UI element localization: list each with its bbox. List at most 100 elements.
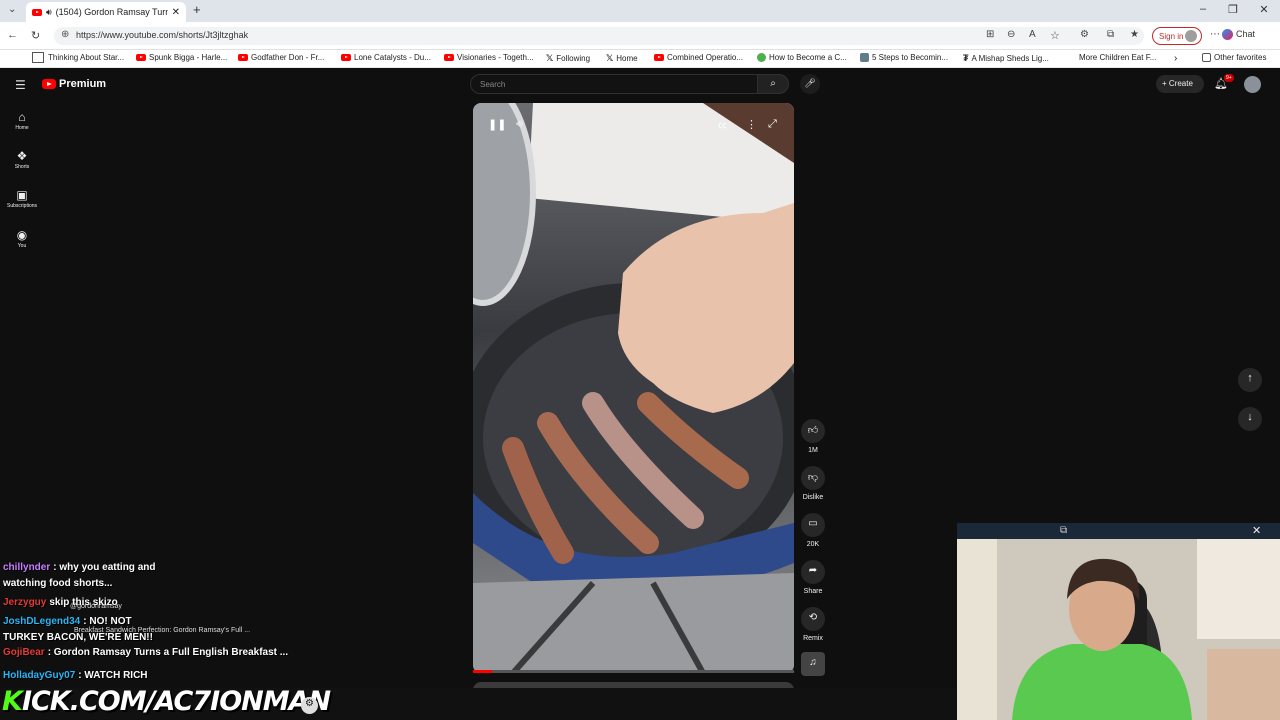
youtube-logo[interactable]: Premium (42, 78, 106, 90)
bookmark-item[interactable]: How to Become a C... (757, 53, 847, 62)
chat-user: GojiBear (3, 647, 45, 658)
app-available-icon[interactable]: ⊞ (986, 29, 994, 40)
shorts-video-player[interactable] (473, 103, 794, 673)
chat-user: JoshDLegend34 (3, 616, 81, 627)
video-frame (473, 103, 794, 673)
copilot-chat-button[interactable]: Chat (1222, 29, 1255, 40)
bookmark-item[interactable]: Thinking About Star... (48, 53, 124, 62)
search-placeholder: Search (480, 80, 506, 89)
dislike-label: Dislike (802, 494, 824, 501)
profile-icon (1185, 30, 1197, 42)
kick-url-banner: KICK.COM/AC7IONMAN (2, 686, 331, 717)
new-tab-icon[interactable]: + (193, 2, 201, 17)
bookmark-item[interactable]: Spunk Bigga - Harle... (136, 53, 227, 62)
account-avatar[interactable] (1244, 76, 1261, 93)
bookmark-label: Spunk Bigga - Harle... (149, 53, 228, 62)
speaker-icon[interactable]: 🔊︎ (46, 7, 52, 18)
sidebar-item-home[interactable]: ⌂ Home (0, 110, 44, 131)
url-field[interactable]: ⊕ https://www.youtube.com/shorts/Jt3jltz… (54, 27, 1144, 45)
sound-button[interactable]: ♫ (801, 652, 825, 676)
video-progress-bar[interactable] (473, 670, 794, 673)
chat-message: HolladayGuy07: WATCH RICH (3, 670, 148, 681)
youtube-icon (444, 54, 454, 61)
bookmark-label: 5 Steps to Becomin... (872, 53, 949, 62)
browser-tab[interactable]: 🔊︎ (1504) Gordon Ramsay Turn ✕ (26, 2, 186, 22)
picture-in-picture-icon[interactable]: ⧉ (1060, 525, 1067, 536)
remix-icon: ⟲ (801, 607, 825, 631)
search-button[interactable]: ⌕ (757, 74, 789, 94)
site-info-icon[interactable]: ⊕ (61, 29, 69, 40)
x-icon: 𝕏 (606, 53, 614, 63)
bookmark-folder-icon[interactable] (32, 52, 44, 63)
dislike-button[interactable]: 👎︎ Dislike (801, 466, 825, 501)
sign-in-label: Sign in (1159, 32, 1184, 41)
home-icon: ⌂ (18, 110, 26, 124)
bookmark-item[interactable]: ₮ A Mishap Sheds Lig... (963, 53, 1049, 63)
captions-icon[interactable]: ㏄ (718, 118, 727, 131)
bookmark-item[interactable]: Visionaries - Togeth... (444, 53, 534, 62)
more-menu-icon[interactable]: ⋯ (1210, 29, 1220, 40)
sign-in-button[interactable]: Sign in (1152, 27, 1202, 45)
bookmark-item[interactable]: 5 Steps to Becomin... (860, 53, 948, 62)
kick-text: ICK.COM/AC7IONMAN (21, 686, 331, 717)
bookmark-item[interactable]: Lone Catalysts - Du... (341, 53, 431, 62)
favorites-icon[interactable]: ★ (1130, 29, 1139, 40)
zoom-icon[interactable]: ⊖ (1007, 29, 1015, 40)
volume-icon[interactable]: 🔊︎ (516, 118, 523, 131)
bookmark-label: More Children Eat F... (1079, 53, 1157, 62)
voice-search-button[interactable]: 🎤︎ (800, 74, 820, 94)
sound-thumbnail-icon: ♫ (801, 652, 825, 676)
previous-short-button[interactable]: ↑ (1238, 368, 1262, 392)
share-button[interactable]: ➦ Share (801, 560, 825, 595)
close-webcam-icon[interactable]: ✕ (1252, 524, 1261, 537)
chat-text: : Gordon Ramsay Turns a Full English Bre… (47, 647, 289, 658)
progress-fill (473, 670, 493, 673)
close-tab-icon[interactable]: ✕ (172, 7, 180, 18)
bookmark-item[interactable]: 𝕏 Following (546, 53, 590, 64)
hamburger-menu-icon[interactable]: ☰ (15, 78, 26, 92)
create-button[interactable]: + Create (1156, 75, 1204, 93)
youtube-icon (341, 54, 351, 61)
refresh-icon[interactable]: ↻ (31, 29, 40, 42)
sidebar-label: Subscriptions (6, 203, 37, 209)
bookmark-item[interactable]: 𝕏 Home (606, 53, 638, 64)
next-short-button[interactable]: ↓ (1238, 407, 1262, 431)
sidebar-item-you[interactable]: ◉ You (0, 228, 44, 249)
comment-icon: ▭ (801, 513, 825, 537)
bookmarks-overflow-icon[interactable]: › (1174, 53, 1177, 64)
chat-message: TURKEY BACON, WE'RE MEN!! (3, 632, 153, 643)
bookmark-label: Lone Catalysts - Du... (354, 53, 431, 62)
search-input[interactable]: Search (470, 74, 758, 94)
bookmark-item[interactable]: Godfather Don - Fr... (238, 53, 324, 62)
arrow-down-icon: ↓ (1247, 411, 1253, 423)
webcam-image (957, 539, 1280, 720)
youtube-icon (136, 54, 146, 61)
bookmark-item[interactable]: More Children Eat F... (1079, 53, 1156, 62)
minimize-icon[interactable]: – (1196, 3, 1210, 15)
sidebar-label: Home (15, 125, 29, 131)
arrow-up-icon: ↑ (1247, 372, 1253, 384)
chat-message: watching food shorts... (3, 578, 112, 589)
split-screen-icon[interactable]: ⧉ (1107, 29, 1114, 40)
tab-list-icon[interactable]: ⌄ (8, 4, 16, 15)
fullscreen-icon[interactable]: ⤢ (768, 118, 777, 131)
back-icon[interactable]: ← (7, 29, 18, 41)
sidebar-item-shorts[interactable]: ❖ Shorts (0, 149, 44, 170)
comments-button[interactable]: ▭ 20K (801, 513, 825, 548)
more-options-icon[interactable]: ⋮ (746, 118, 757, 131)
webcam-title-bar (957, 523, 1280, 539)
sidebar-item-subscriptions[interactable]: ▣ Subscriptions (0, 188, 44, 209)
steam-icon: ⚙ (301, 697, 318, 714)
extensions-icon[interactable]: ⚙ (1080, 29, 1089, 40)
favorite-star-icon[interactable]: ☆ (1050, 29, 1060, 42)
read-aloud-icon[interactable]: A (1029, 29, 1036, 40)
chat-text: TURKEY BACON, WE'RE MEN!! (3, 632, 153, 643)
close-window-icon[interactable]: ✕ (1257, 3, 1271, 16)
maximize-icon[interactable]: ❐ (1226, 3, 1240, 16)
other-favorites[interactable]: Other favorites (1202, 53, 1266, 62)
remix-button[interactable]: ⟲ Remix (801, 607, 825, 642)
url-text: https://www.youtube.com/shorts/Jt3jltzgh… (76, 30, 249, 40)
bookmark-item[interactable]: Combined Operatio... (654, 53, 743, 62)
like-button[interactable]: 👍︎ 1M (801, 419, 825, 454)
pause-icon[interactable]: ❚❚ (488, 118, 506, 131)
